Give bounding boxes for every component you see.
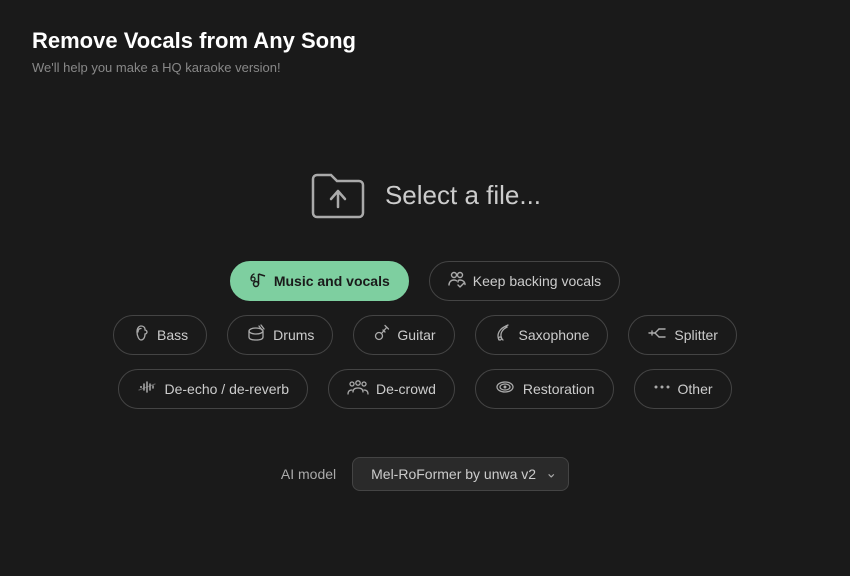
ai-model-row: AI model Mel-RoFormer by unwa v2 Demucs … bbox=[281, 457, 569, 491]
option-splitter[interactable]: Splitter bbox=[628, 315, 737, 355]
saxophone-icon bbox=[494, 324, 512, 346]
ai-model-select[interactable]: Mel-RoFormer by unwa v2 Demucs v4 HTDemu… bbox=[352, 457, 569, 491]
option-de-echo[interactable]: De-echo / de-reverb bbox=[118, 369, 308, 409]
options-row-2: Bass Drums bbox=[113, 315, 737, 355]
bass-icon bbox=[132, 324, 150, 346]
option-saxophone[interactable]: Saxophone bbox=[475, 315, 609, 355]
guitar-label: Guitar bbox=[397, 327, 435, 343]
select-file-text: Select a file... bbox=[385, 180, 541, 211]
de-crowd-label: De-crowd bbox=[376, 381, 436, 397]
splitter-icon bbox=[647, 324, 667, 346]
drums-icon bbox=[246, 324, 266, 346]
options-section: Music and vocals Keep backing vocals bbox=[113, 261, 737, 409]
restoration-icon bbox=[494, 378, 516, 400]
ai-model-wrapper: Mel-RoFormer by unwa v2 Demucs v4 HTDemu… bbox=[352, 457, 569, 491]
keep-backing-vocals-icon bbox=[448, 270, 466, 292]
file-select-inner: Select a file... bbox=[309, 171, 541, 221]
option-guitar[interactable]: Guitar bbox=[353, 315, 454, 355]
music-and-vocals-label: Music and vocals bbox=[274, 273, 390, 289]
option-drums[interactable]: Drums bbox=[227, 315, 333, 355]
header: Remove Vocals from Any Song We'll help y… bbox=[0, 0, 850, 85]
main-content: Select a file... Music and vocals bbox=[0, 85, 850, 576]
keep-backing-vocals-label: Keep backing vocals bbox=[473, 273, 601, 289]
bass-label: Bass bbox=[157, 327, 188, 343]
options-row-3: De-echo / de-reverb De-crowd bbox=[118, 369, 731, 409]
folder-upload-icon bbox=[309, 171, 367, 221]
drums-label: Drums bbox=[273, 327, 314, 343]
page-subtitle: We'll help you make a HQ karaoke version… bbox=[32, 60, 818, 75]
option-de-crowd[interactable]: De-crowd bbox=[328, 369, 455, 409]
ai-model-label: AI model bbox=[281, 466, 336, 482]
de-crowd-icon bbox=[347, 378, 369, 400]
guitar-icon bbox=[372, 324, 390, 346]
option-bass[interactable]: Bass bbox=[113, 315, 207, 355]
other-icon bbox=[653, 378, 671, 400]
splitter-label: Splitter bbox=[674, 327, 718, 343]
option-restoration[interactable]: Restoration bbox=[475, 369, 614, 409]
option-other[interactable]: Other bbox=[634, 369, 732, 409]
option-keep-backing-vocals[interactable]: Keep backing vocals bbox=[429, 261, 620, 301]
saxophone-label: Saxophone bbox=[519, 327, 590, 343]
restoration-label: Restoration bbox=[523, 381, 595, 397]
music-vocals-icon bbox=[249, 270, 267, 292]
option-music-and-vocals[interactable]: Music and vocals bbox=[230, 261, 409, 301]
options-row-1: Music and vocals Keep backing vocals bbox=[230, 261, 620, 301]
page-title: Remove Vocals from Any Song bbox=[32, 28, 818, 54]
de-echo-icon bbox=[137, 378, 157, 400]
de-echo-label: De-echo / de-reverb bbox=[164, 381, 289, 397]
other-label: Other bbox=[678, 381, 713, 397]
file-select-area[interactable]: Select a file... bbox=[309, 171, 541, 221]
